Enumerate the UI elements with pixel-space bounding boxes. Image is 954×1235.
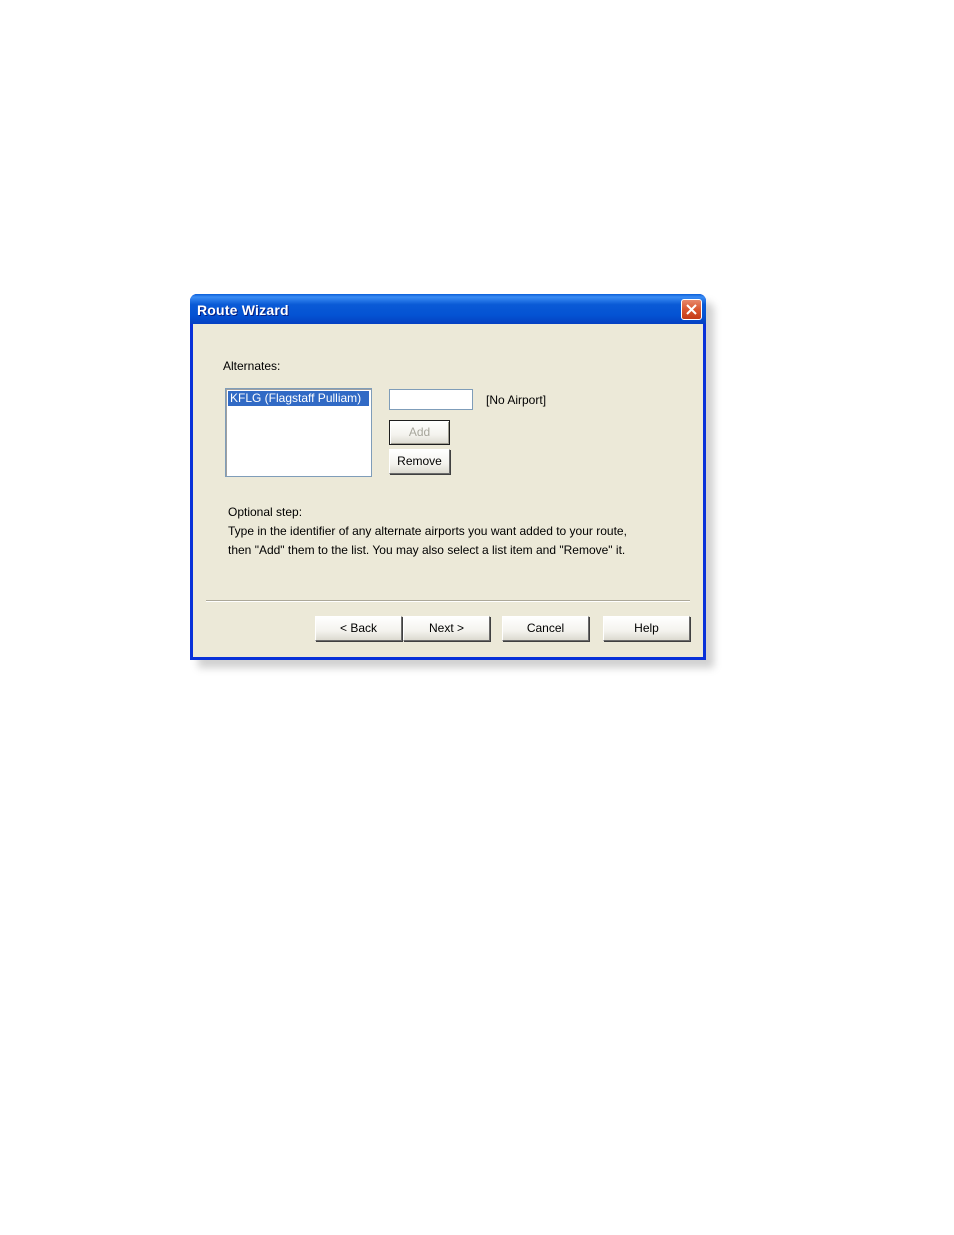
alternates-listbox[interactable]: KFLG (Flagstaff Pulliam) xyxy=(225,388,372,477)
instructions-line-2: then "Add" them to the list. You may als… xyxy=(228,543,626,557)
remove-button[interactable]: Remove xyxy=(389,449,450,474)
close-x-icon xyxy=(686,304,697,315)
help-button[interactable]: Help xyxy=(603,616,690,641)
close-button[interactable] xyxy=(681,299,702,320)
optional-step-heading: Optional step: xyxy=(228,505,303,519)
airport-identifier-input[interactable] xyxy=(389,389,473,410)
alternates-label: Alternates: xyxy=(223,359,281,373)
route-wizard-dialog: Route Wizard Alternates: KFLG (Flagstaff… xyxy=(190,294,706,660)
dialog-body: Alternates: KFLG (Flagstaff Pulliam) [No… xyxy=(193,324,703,657)
list-item[interactable]: KFLG (Flagstaff Pulliam) xyxy=(228,391,369,406)
instructions-line-1: Type in the identifier of any alternate … xyxy=(228,524,627,538)
window-title: Route Wizard xyxy=(197,302,289,318)
back-button[interactable]: < Back xyxy=(315,616,402,641)
cancel-button[interactable]: Cancel xyxy=(502,616,589,641)
next-button[interactable]: Next > xyxy=(403,616,490,641)
footer-divider xyxy=(206,600,690,602)
add-button[interactable]: Add xyxy=(389,420,450,445)
title-bar[interactable]: Route Wizard xyxy=(190,294,706,324)
airport-status-label: [No Airport] xyxy=(486,393,547,407)
